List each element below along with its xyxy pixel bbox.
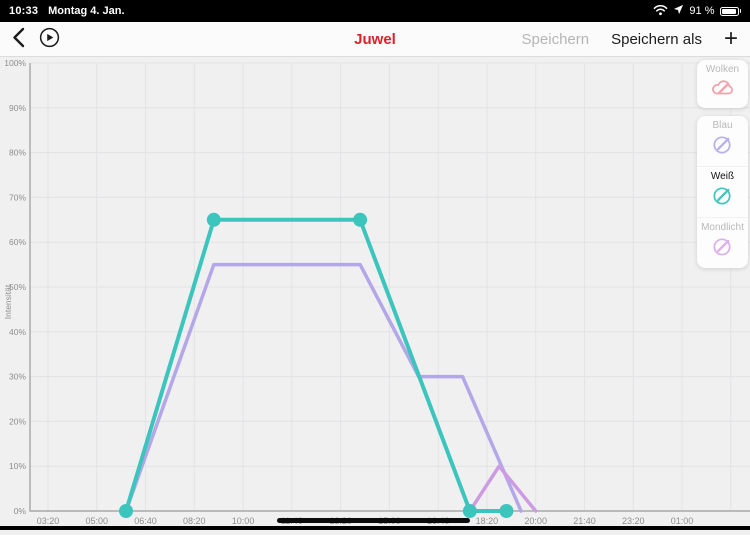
- status-time: 10:33: [9, 5, 38, 17]
- series-line-blau[interactable]: [126, 265, 521, 511]
- y-tick-label: 100%: [4, 58, 26, 68]
- y-tick-label: 90%: [9, 103, 26, 113]
- circle-pencil-icon: [711, 235, 734, 263]
- x-tick-label: 20:00: [524, 516, 547, 526]
- location-arrow-icon: [673, 4, 684, 18]
- x-tick-label: 05:00: [86, 516, 109, 526]
- home-indicator[interactable]: [277, 518, 470, 523]
- play-circle-icon: [39, 27, 60, 51]
- y-tick-label: 20%: [9, 416, 26, 426]
- save-button[interactable]: Speichern: [522, 31, 590, 48]
- y-axis-label: Intensität: [3, 284, 13, 319]
- channel-panel: Wolken Blau Weiß Mondlicht: [697, 60, 748, 276]
- circle-pencil-icon: [711, 133, 734, 161]
- save-as-button[interactable]: Speichern als: [611, 31, 702, 48]
- x-tick-label: 21:40: [573, 516, 596, 526]
- x-tick-label: 23:20: [622, 516, 645, 526]
- channel-button-blau[interactable]: Blau: [697, 116, 748, 166]
- status-date: Montag 4. Jan.: [48, 5, 124, 17]
- battery-percent: 91 %: [689, 5, 714, 17]
- channel-button-wolken[interactable]: Wolken: [697, 60, 748, 108]
- nav-bar: Juwel Speichern Speichern als +: [0, 22, 750, 57]
- x-tick-label: 08:20: [183, 516, 206, 526]
- channel-label: Mondlicht: [701, 222, 744, 233]
- battery-icon: [720, 7, 742, 16]
- x-tick-label: 01:00: [671, 516, 694, 526]
- y-tick-label: 80%: [9, 148, 26, 158]
- control-point-dot[interactable]: [499, 504, 513, 518]
- channel-button-mondlicht[interactable]: Mondlicht: [697, 217, 748, 268]
- y-tick-label: 70%: [9, 192, 26, 202]
- series-line-mondlicht[interactable]: [470, 466, 536, 511]
- wifi-icon: [653, 4, 668, 19]
- channel-label: Wolken: [706, 64, 739, 75]
- screen-bottom-bezel: [0, 526, 750, 530]
- channel-label: Blau: [712, 120, 732, 131]
- channel-button-wei[interactable]: Weiß: [697, 166, 748, 217]
- status-bar: 10:33 Montag 4. Jan. 91 %: [0, 0, 750, 22]
- add-button[interactable]: +: [724, 29, 738, 49]
- cloud-pencil-icon: [709, 77, 736, 103]
- control-point-dot[interactable]: [463, 504, 477, 518]
- chevron-left-icon: [12, 27, 25, 51]
- intensity-chart[interactable]: 0%10%20%30%40%50%60%70%80%90%100%03:2005…: [0, 57, 750, 530]
- y-tick-label: 60%: [9, 237, 26, 247]
- channel-card-group: Blau Weiß Mondlicht: [697, 116, 748, 268]
- x-tick-label: 03:20: [37, 516, 60, 526]
- y-tick-label: 40%: [9, 327, 26, 337]
- play-button[interactable]: [39, 27, 60, 51]
- channel-card-wolken: Wolken: [697, 60, 748, 108]
- y-tick-label: 0%: [14, 506, 27, 516]
- control-point-dot[interactable]: [119, 504, 133, 518]
- circle-pencil-icon: [711, 184, 734, 212]
- x-tick-label: 10:00: [232, 516, 255, 526]
- control-point-dot[interactable]: [207, 213, 221, 227]
- control-point-dot[interactable]: [353, 213, 367, 227]
- y-tick-label: 30%: [9, 372, 26, 382]
- y-tick-label: 10%: [9, 461, 26, 471]
- x-tick-label: 18:20: [476, 516, 499, 526]
- back-button[interactable]: [12, 27, 25, 51]
- channel-label: Weiß: [711, 171, 734, 182]
- x-tick-label: 06:40: [134, 516, 157, 526]
